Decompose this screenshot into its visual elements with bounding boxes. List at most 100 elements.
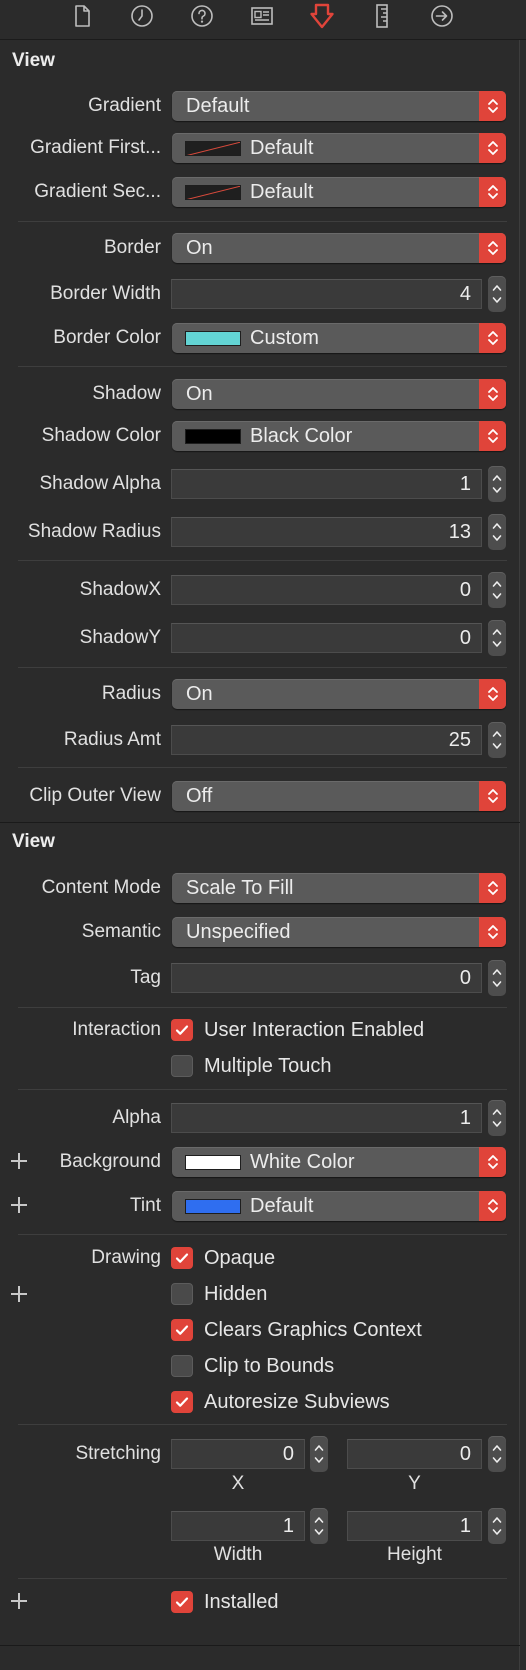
panel-divider xyxy=(519,40,520,1670)
stretching-x-field[interactable]: 0 xyxy=(171,1439,305,1469)
popup-arrows-icon xyxy=(479,177,506,207)
separator xyxy=(18,767,507,768)
radius-amt-stepper[interactable] xyxy=(488,722,506,758)
shadow-radius-stepper[interactable] xyxy=(488,514,506,550)
border-width-stepper[interactable] xyxy=(488,276,506,312)
color-swatch xyxy=(185,1199,241,1214)
tag-field[interactable]: 0 xyxy=(171,963,482,993)
hidden-label: Hidden xyxy=(204,1283,268,1305)
tint-color-popup[interactable]: Default xyxy=(172,1191,506,1221)
clears-graphics-context-label: Clears Graphics Context xyxy=(204,1319,422,1341)
quick-help-icon[interactable] xyxy=(187,1,217,31)
stretching-width-stepper[interactable] xyxy=(310,1508,328,1544)
popup-arrows-icon xyxy=(479,379,506,409)
add-variation-installed-icon[interactable] xyxy=(10,1592,28,1610)
border-color-value: Custom xyxy=(250,327,319,349)
attributes-inspector-icon[interactable] xyxy=(307,1,337,31)
semantic-popup[interactable]: Unspecified xyxy=(172,917,506,947)
border-color-popup[interactable]: Custom xyxy=(172,323,506,353)
clears-graphics-context-checkbox[interactable] xyxy=(171,1319,193,1341)
multiple-touch-label: Multiple Touch xyxy=(204,1055,332,1077)
gradient-first-value: Default xyxy=(250,137,314,159)
section-divider xyxy=(0,822,520,823)
content-mode-label: Content Mode xyxy=(41,877,161,898)
section-title-view: View xyxy=(12,831,55,852)
stretching-height-caption: Height xyxy=(387,1544,442,1565)
connections-inspector-icon[interactable] xyxy=(427,1,457,31)
shadow-alpha-field[interactable]: 1 xyxy=(171,469,482,499)
gradient-second-color-popup[interactable]: Default xyxy=(172,177,506,207)
section-divider xyxy=(0,1645,520,1646)
shadow-radius-field[interactable]: 13 xyxy=(171,517,482,547)
alpha-stepper[interactable] xyxy=(488,1100,506,1136)
stretching-y-stepper[interactable] xyxy=(488,1436,506,1472)
user-interaction-enabled-checkbox[interactable] xyxy=(171,1019,193,1041)
color-swatch xyxy=(185,331,241,346)
popup-arrows-icon xyxy=(479,917,506,947)
installed-checkbox[interactable] xyxy=(171,1591,193,1613)
multiple-touch-checkbox[interactable] xyxy=(171,1055,193,1077)
radius-popup[interactable]: On xyxy=(172,679,506,709)
popup-arrows-icon xyxy=(479,133,506,163)
background-color-popup[interactable]: White Color xyxy=(172,1147,506,1177)
autoresize-subviews-checkbox[interactable] xyxy=(171,1391,193,1413)
shadow-radius-label: Shadow Radius xyxy=(27,521,161,542)
stretching-x-stepper[interactable] xyxy=(310,1436,328,1472)
alpha-field[interactable]: 1 xyxy=(171,1103,482,1133)
separator xyxy=(18,1578,507,1579)
clip-outer-view-popup[interactable]: Off xyxy=(172,781,506,811)
stretching-x-caption: X xyxy=(231,1473,245,1494)
shadow-value: On xyxy=(186,383,213,405)
stretching-height-field[interactable]: 1 xyxy=(347,1511,482,1541)
shadow-y-field[interactable]: 0 xyxy=(171,623,482,653)
stretching-height-stepper[interactable] xyxy=(488,1508,506,1544)
shadow-popup[interactable]: On xyxy=(172,379,506,409)
popup-arrows-icon xyxy=(479,873,506,903)
no-color-swatch xyxy=(185,185,241,200)
separator xyxy=(18,1089,507,1090)
popup-arrows-icon xyxy=(479,1191,506,1221)
border-label: Border xyxy=(103,237,161,258)
stretching-width-caption: Width xyxy=(213,1544,263,1565)
stretching-y-field[interactable]: 0 xyxy=(347,1439,482,1469)
shadow-alpha-label: Shadow Alpha xyxy=(39,473,162,494)
add-variation-drawing-icon[interactable] xyxy=(10,1285,28,1303)
no-color-swatch xyxy=(185,141,241,156)
add-variation-tint-icon[interactable] xyxy=(10,1196,28,1214)
popup-arrows-icon xyxy=(479,91,506,121)
section-title-custom-view: View xyxy=(12,50,55,71)
clip-outer-view-value: Off xyxy=(186,785,213,807)
add-variation-background-icon[interactable] xyxy=(10,1152,28,1170)
stretching-width-field[interactable]: 1 xyxy=(171,1511,305,1541)
file-inspector-icon[interactable] xyxy=(67,1,97,31)
popup-arrows-icon xyxy=(479,781,506,811)
clip-to-bounds-label: Clip to Bounds xyxy=(204,1355,335,1377)
content-mode-popup[interactable]: Scale To Fill xyxy=(172,873,506,903)
gradient-second-label: Gradient Sec... xyxy=(34,181,161,202)
gradient-first-color-popup[interactable]: Default xyxy=(172,133,506,163)
size-inspector-icon[interactable] xyxy=(367,1,397,31)
separator xyxy=(18,221,507,222)
identity-inspector-icon[interactable] xyxy=(247,1,277,31)
gradient-popup[interactable]: Default xyxy=(172,91,506,121)
shadow-y-stepper[interactable] xyxy=(488,620,506,656)
shadow-alpha-stepper[interactable] xyxy=(488,466,506,502)
opaque-label: Opaque xyxy=(204,1247,276,1269)
border-width-field[interactable]: 4 xyxy=(171,279,482,309)
inspector-toolbar xyxy=(0,0,526,40)
radius-amt-field[interactable]: 25 xyxy=(171,725,482,755)
user-interaction-enabled-label: User Interaction Enabled xyxy=(204,1019,425,1041)
shadow-color-popup[interactable]: Black Color xyxy=(172,421,506,451)
tag-stepper[interactable] xyxy=(488,960,506,996)
alpha-label: Alpha xyxy=(112,1107,161,1128)
hidden-checkbox[interactable] xyxy=(171,1283,193,1305)
opaque-checkbox[interactable] xyxy=(171,1247,193,1269)
autoresize-subviews-label: Autoresize Subviews xyxy=(204,1391,390,1413)
border-popup[interactable]: On xyxy=(172,233,506,263)
clip-to-bounds-checkbox[interactable] xyxy=(171,1355,193,1377)
stretching-y-caption: Y xyxy=(408,1473,421,1494)
color-swatch xyxy=(185,429,241,444)
history-inspector-icon[interactable] xyxy=(127,1,157,31)
shadow-x-stepper[interactable] xyxy=(488,572,506,608)
shadow-x-field[interactable]: 0 xyxy=(171,575,482,605)
